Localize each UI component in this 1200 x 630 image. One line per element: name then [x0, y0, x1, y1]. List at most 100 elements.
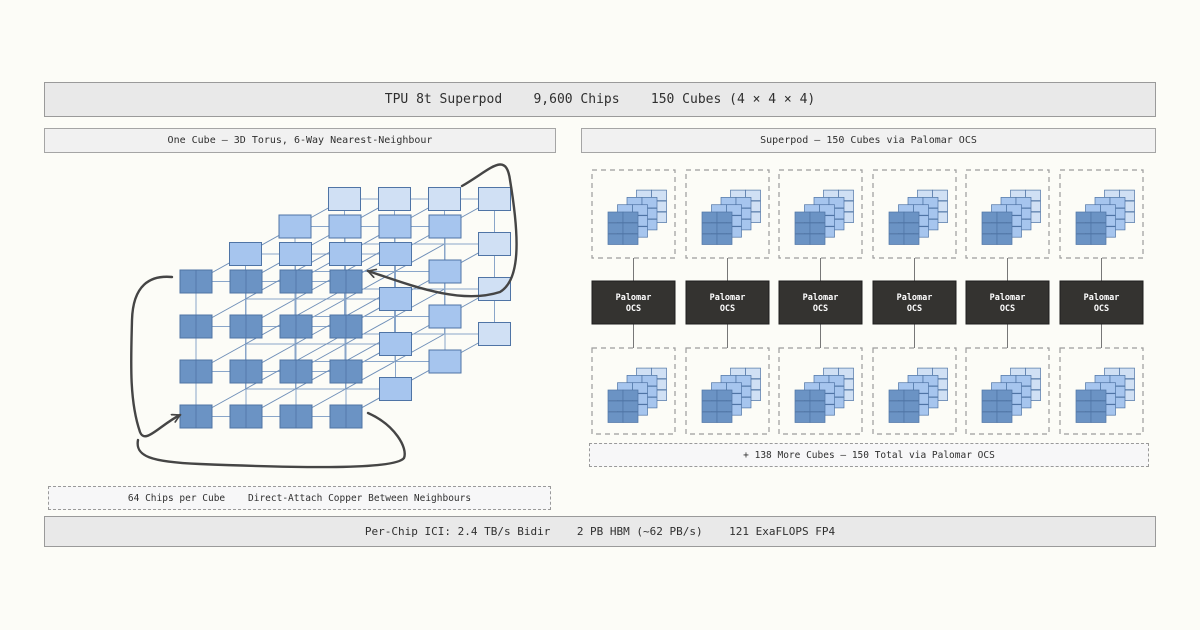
mini-chip	[1090, 400, 1107, 412]
mini-chip	[809, 222, 826, 234]
mini-chip	[903, 389, 920, 401]
mini-cube-icon	[794, 189, 854, 245]
chip	[278, 214, 312, 239]
ocs-label-line2: OCS	[720, 304, 735, 314]
mini-chip	[701, 233, 718, 245]
mini-chip	[1075, 211, 1092, 223]
mini-chip	[1075, 389, 1092, 401]
ocs-label-line1: Palomar	[616, 293, 652, 303]
mini-chip	[794, 211, 811, 223]
mini-chip	[981, 411, 998, 423]
mini-chip	[903, 400, 920, 412]
chip	[328, 214, 362, 239]
mini-chip	[716, 222, 733, 234]
mini-cube-icon	[701, 189, 761, 245]
per-chip-stats-banner: Per-Chip ICI: 2.4 TB/s Bidir 2 PB HBM (~…	[44, 516, 1156, 547]
mini-cube-icon	[607, 189, 667, 245]
mini-chip	[607, 411, 624, 423]
mini-chip	[701, 389, 718, 401]
ocs-label-line1: Palomar	[990, 293, 1026, 303]
mini-cube-icon	[981, 189, 1041, 245]
mini-chip	[716, 389, 733, 401]
mini-chip	[1075, 400, 1092, 412]
chip	[329, 242, 362, 266]
mini-chip	[1075, 411, 1092, 423]
chip	[378, 187, 411, 211]
mini-chip	[996, 222, 1013, 234]
mini-cube-icon	[1075, 367, 1135, 423]
mini-chip	[903, 222, 920, 234]
ocs-label-line2: OCS	[1094, 304, 1109, 314]
mini-cube-icon	[888, 189, 948, 245]
chip	[229, 242, 262, 266]
chip	[428, 187, 461, 211]
mini-chip	[794, 389, 811, 401]
mini-chip	[622, 211, 639, 223]
mini-chip	[981, 211, 998, 223]
mini-chip	[981, 233, 998, 245]
mini-cube-icon	[1075, 189, 1135, 245]
chip	[379, 242, 412, 266]
mini-chip	[809, 389, 826, 401]
ocs-label-line2: OCS	[1000, 304, 1015, 314]
mini-chip	[888, 222, 905, 234]
mini-chip	[1090, 411, 1107, 423]
mini-chip	[888, 233, 905, 245]
mini-chip	[996, 389, 1013, 401]
mini-chip	[607, 222, 624, 234]
more-cubes-note: + 138 More Cubes — 150 Total via Palomar…	[589, 443, 1149, 467]
chip	[378, 214, 412, 239]
ocs-label-line2: OCS	[813, 304, 828, 314]
mini-chip	[607, 389, 624, 401]
mini-chip	[622, 222, 639, 234]
chip	[428, 349, 462, 374]
chip	[379, 377, 412, 401]
mini-chip	[888, 389, 905, 401]
mini-chip	[1075, 222, 1092, 234]
chip	[478, 187, 511, 211]
mini-chip	[903, 411, 920, 423]
mini-cube-icon	[794, 367, 854, 423]
mini-chip	[888, 400, 905, 412]
mini-chip	[794, 400, 811, 412]
chip	[279, 242, 312, 266]
ocs-label-line1: Palomar	[803, 293, 839, 303]
mini-chip	[996, 411, 1013, 423]
mini-chip	[701, 222, 718, 234]
superpod-cube-grid: PalomarOCSPalomarOCSPalomarOCSPalomarOCS…	[591, 169, 1144, 435]
mini-chip	[1090, 233, 1107, 245]
mini-chip	[607, 211, 624, 223]
mini-chip	[1090, 222, 1107, 234]
chip	[478, 232, 511, 256]
mini-chip	[716, 411, 733, 423]
mini-chip	[607, 233, 624, 245]
mini-chip	[888, 411, 905, 423]
mini-chip	[622, 400, 639, 412]
mini-chip	[903, 233, 920, 245]
chip	[379, 287, 412, 311]
mini-chip	[622, 389, 639, 401]
mini-chip	[996, 211, 1013, 223]
chip	[478, 322, 511, 346]
mini-chip	[622, 233, 639, 245]
mini-chip	[794, 233, 811, 245]
mini-chip	[981, 400, 998, 412]
single-cube-torus	[179, 187, 511, 429]
mini-chip	[1090, 211, 1107, 223]
mini-chip	[809, 411, 826, 423]
mini-chip	[716, 211, 733, 223]
mini-chip	[1075, 233, 1092, 245]
chip	[428, 304, 462, 329]
ocs-label-line1: Palomar	[1084, 293, 1120, 303]
mini-chip	[701, 411, 718, 423]
mini-chip	[716, 400, 733, 412]
mini-chip	[1090, 389, 1107, 401]
mini-chip	[716, 233, 733, 245]
mini-chip	[903, 211, 920, 223]
mini-chip	[607, 400, 624, 412]
ocs-label-line2: OCS	[907, 304, 922, 314]
mini-cube-icon	[981, 367, 1041, 423]
chip	[478, 277, 511, 301]
mini-chip	[809, 233, 826, 245]
mini-cube-icon	[607, 367, 667, 423]
